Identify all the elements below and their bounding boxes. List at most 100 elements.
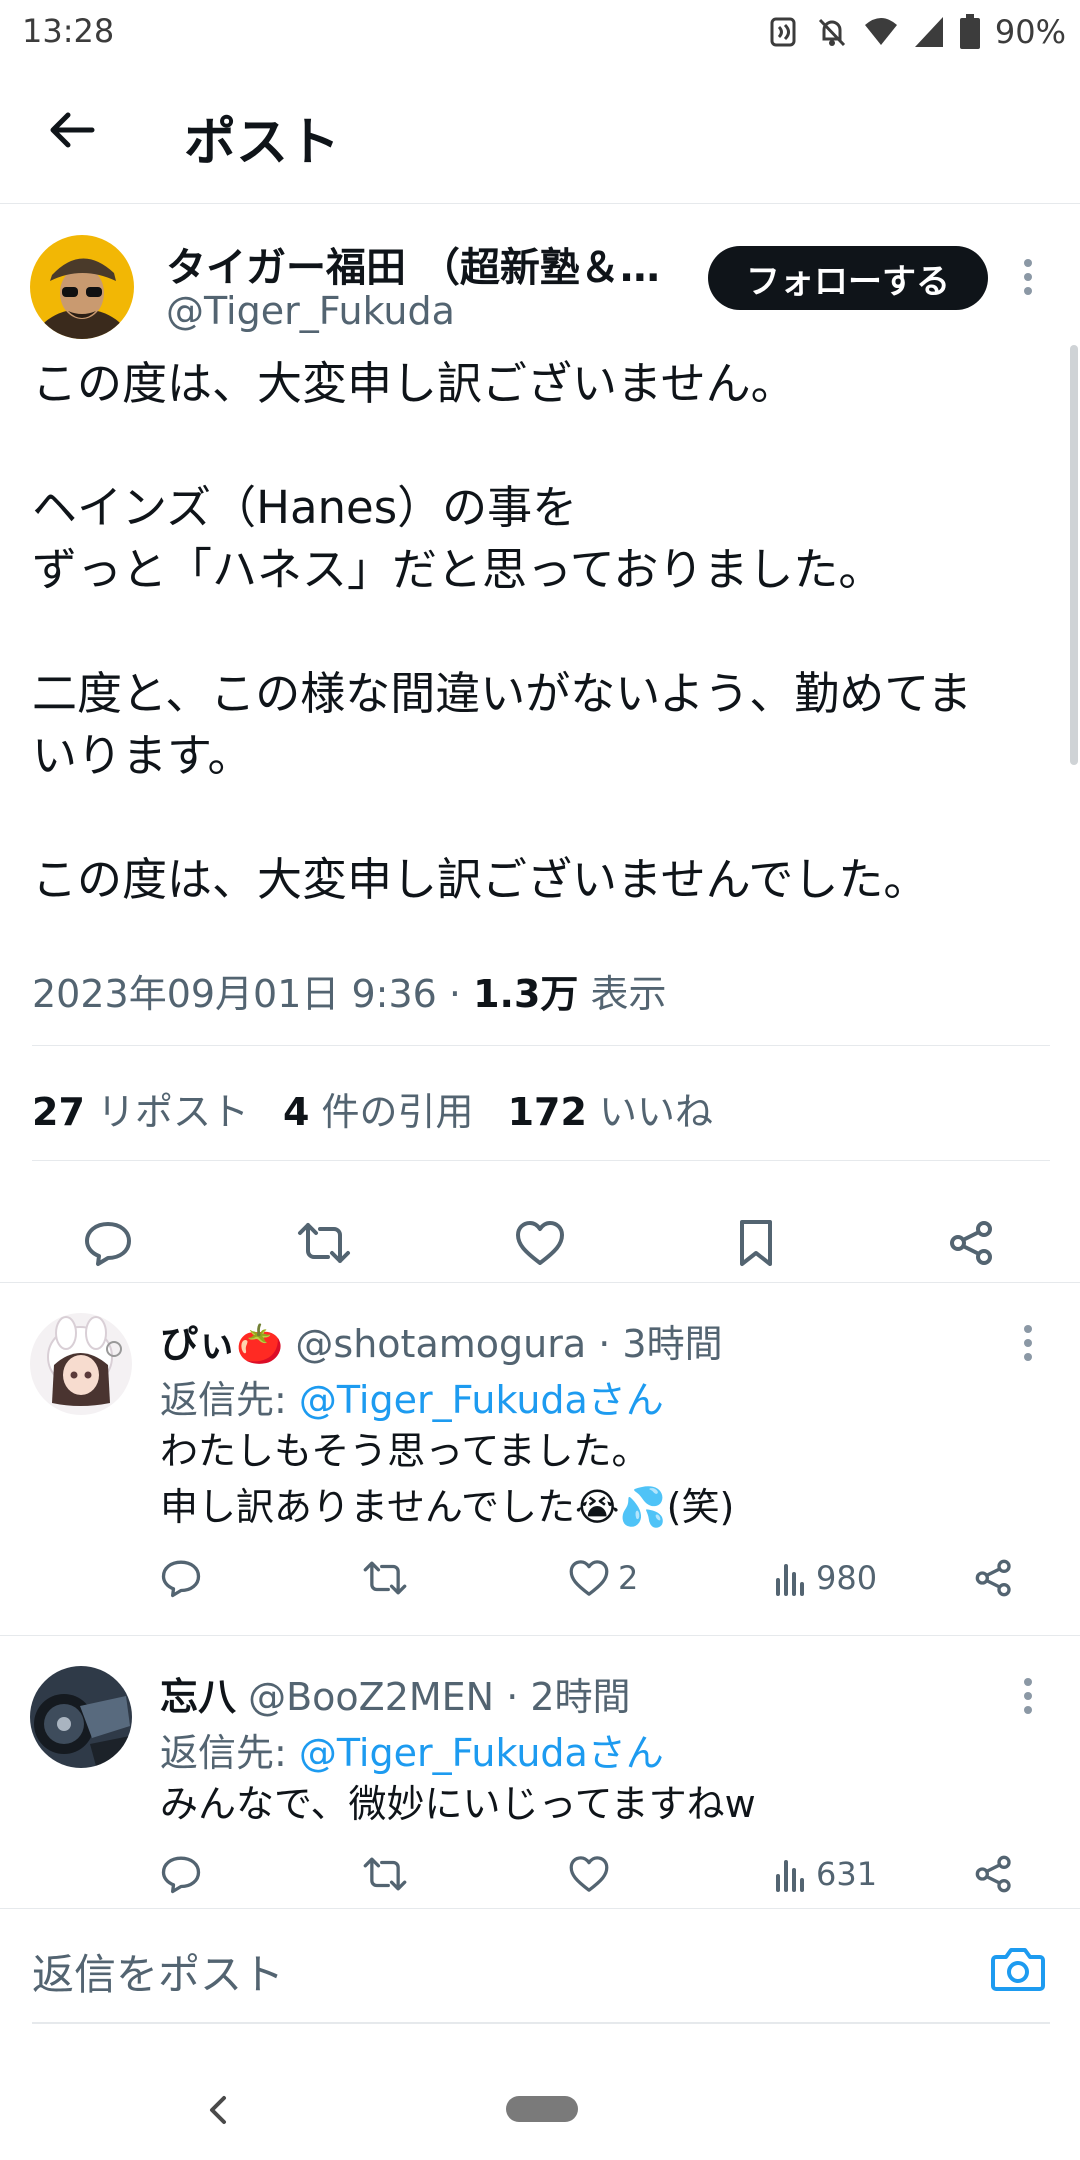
heart-icon xyxy=(569,1856,609,1892)
author-name[interactable]: タイガー福田 （超新塾＆… xyxy=(166,235,666,293)
reply-like-count: 2 xyxy=(618,1559,639,1597)
bookmark-button[interactable] xyxy=(726,1213,786,1273)
replying-to: 返信先: @Tiger_Fukudaさん xyxy=(160,1378,664,1422)
tweet-line: いります。 xyxy=(32,729,253,782)
arrow-left-icon xyxy=(50,112,95,148)
meta-separator: · xyxy=(436,972,474,1016)
tweet-line: ずっと「ハネス」だと思っておりました。 xyxy=(32,543,884,596)
reply-item[interactable]: 忘八 @BooZ2MEN · 2時間 返信先: @Tiger_Fukudaさん … xyxy=(0,1636,1080,1908)
reposts-stat[interactable]: 27 リポスト xyxy=(32,1081,249,1136)
reply-more-button[interactable] xyxy=(1014,1321,1042,1365)
reply-header: 忘八 @BooZ2MEN · 2時間 xyxy=(160,1675,631,1719)
reply-reply-button[interactable] xyxy=(160,1553,202,1603)
share-icon xyxy=(975,1559,1011,1597)
tweet-line: この度は、大変申し訳ございません。 xyxy=(32,357,796,410)
views-label: 表示 xyxy=(590,972,667,1016)
status-time: 13:28 xyxy=(22,12,115,50)
reply-share-button[interactable] xyxy=(974,1849,1014,1899)
more-vertical-icon xyxy=(1024,1678,1032,1714)
speech-bubble-icon xyxy=(161,1560,201,1598)
likes-stat[interactable]: 172 いいね xyxy=(508,1081,713,1136)
tweet-text: この度は、大変申し訳ございません。 ヘインズ（Hanes）の事を ずっと「ハネス… xyxy=(32,353,1052,911)
speech-bubble-icon xyxy=(161,1856,201,1894)
reply-view-count: 980 xyxy=(816,1559,878,1597)
share-icon xyxy=(950,1221,992,1265)
system-back-button[interactable] xyxy=(206,2092,230,2128)
repost-arrows-icon xyxy=(363,1857,407,1891)
author-avatar[interactable] xyxy=(30,235,134,339)
reply-avatar[interactable] xyxy=(30,1666,132,1768)
reply-reply-button[interactable] xyxy=(160,1849,202,1899)
speech-bubble-icon xyxy=(85,1222,131,1266)
reply-author-handle[interactable]: @shotamogura xyxy=(295,1322,586,1366)
reply-header: ぴぃ🍅 @shotamogura · 3時間 xyxy=(160,1322,723,1366)
status-bar: 13:28 90% xyxy=(0,0,1080,64)
repost-arrows-icon xyxy=(298,1223,350,1263)
reply-avatar[interactable] xyxy=(30,1313,132,1415)
like-button[interactable] xyxy=(510,1213,570,1273)
bookmark-icon xyxy=(740,1220,772,1266)
tweet-line: ヘインズ（Hanes）の事を xyxy=(32,481,578,534)
battery-level: 90% xyxy=(994,13,1066,51)
reply-repost-button[interactable] xyxy=(362,1849,408,1899)
reply-views-button[interactable]: 631 xyxy=(774,1849,877,1899)
tweet-meta: 2023年09月01日 9:36 · 1.3万 表示 xyxy=(32,963,667,1018)
reply-more-button[interactable] xyxy=(1014,1674,1042,1718)
camera-button[interactable] xyxy=(990,1943,1046,1995)
heart-icon xyxy=(516,1221,564,1265)
repost-button[interactable] xyxy=(294,1213,354,1273)
back-button[interactable] xyxy=(42,100,102,160)
tweet-stats: 27 リポスト 4 件の引用 172 いいね xyxy=(32,1081,713,1136)
reply-mention-link[interactable]: @Tiger_Fukudaさん xyxy=(299,1731,664,1775)
author-handle[interactable]: @Tiger_Fukuda xyxy=(166,289,455,333)
quotes-stat[interactable]: 4 件の引用 xyxy=(283,1081,474,1136)
repost-arrows-icon xyxy=(363,1561,407,1595)
more-options-button[interactable] xyxy=(1014,255,1042,299)
tweet-line: この度は、大変申し訳ございませんでした。 xyxy=(32,853,929,906)
reply-mention-link[interactable]: @Tiger_Fukudaさん xyxy=(299,1378,664,1422)
more-vertical-icon xyxy=(1024,259,1032,295)
share-button[interactable] xyxy=(942,1213,1002,1273)
reply-text: わたしもそう思ってました。 申し訳ありませんでした😭💦(笑) xyxy=(160,1423,734,1535)
reply-author-name[interactable]: 忘八 xyxy=(160,1675,236,1719)
scrollbar[interactable] xyxy=(1070,345,1078,765)
reply-author-handle[interactable]: @BooZ2MEN xyxy=(248,1675,494,1719)
reply-item[interactable]: ぴぃ🍅 @shotamogura · 3時間 返信先: @Tiger_Fukud… xyxy=(0,1283,1080,1635)
reply-line: 申し訳ありませんでした😭💦(笑) xyxy=(160,1485,735,1529)
replying-to: 返信先: @Tiger_Fukudaさん xyxy=(160,1731,664,1775)
bar-chart-icon xyxy=(776,1860,804,1892)
reply-compose-bar: 返信をポスト xyxy=(0,1908,1080,2028)
camera-icon xyxy=(991,1948,1045,1991)
divider xyxy=(32,1045,1050,1046)
page-title: ポスト xyxy=(184,113,341,173)
tweet-line: 二度と、この様な間違いがないよう、勤めてま xyxy=(32,667,973,720)
reply-like-button[interactable]: 2 xyxy=(568,1553,638,1603)
reply-views-button[interactable]: 980 xyxy=(774,1553,877,1603)
input-underline xyxy=(32,2022,1050,2024)
reply-repost-button[interactable] xyxy=(362,1553,408,1603)
more-vertical-icon xyxy=(1024,1325,1032,1361)
battery-icon xyxy=(959,14,980,49)
system-home-pill[interactable] xyxy=(506,2096,578,2122)
reply-button[interactable] xyxy=(78,1213,138,1273)
reply-author-name[interactable]: ぴぃ🍅 xyxy=(160,1322,283,1366)
reply-view-count: 631 xyxy=(816,1855,878,1893)
mute-icon xyxy=(818,18,845,47)
views-count: 1.3万 xyxy=(473,972,579,1016)
tweet-timestamp: 2023年09月01日 9:36 xyxy=(32,972,437,1016)
app-header: ポスト xyxy=(0,64,1080,204)
reply-text: みんなで、微妙にいじってますねw xyxy=(160,1776,756,1832)
status-icons: 90% xyxy=(767,10,1066,54)
share-icon xyxy=(975,1855,1011,1893)
reply-share-button[interactable] xyxy=(974,1553,1014,1603)
follow-button[interactable]: フォローする xyxy=(708,246,988,310)
reply-input[interactable]: 返信をポスト xyxy=(32,1941,284,2002)
signal-icon xyxy=(914,17,943,47)
reply-time: 2時間 xyxy=(530,1675,631,1719)
divider xyxy=(32,1160,1050,1161)
wifi-icon xyxy=(864,18,897,45)
reply-line: わたしもそう思ってました。 xyxy=(160,1429,650,1473)
chevron-left-icon xyxy=(210,2096,226,2124)
reply-like-button[interactable] xyxy=(568,1849,610,1899)
bar-chart-icon xyxy=(776,1564,804,1596)
